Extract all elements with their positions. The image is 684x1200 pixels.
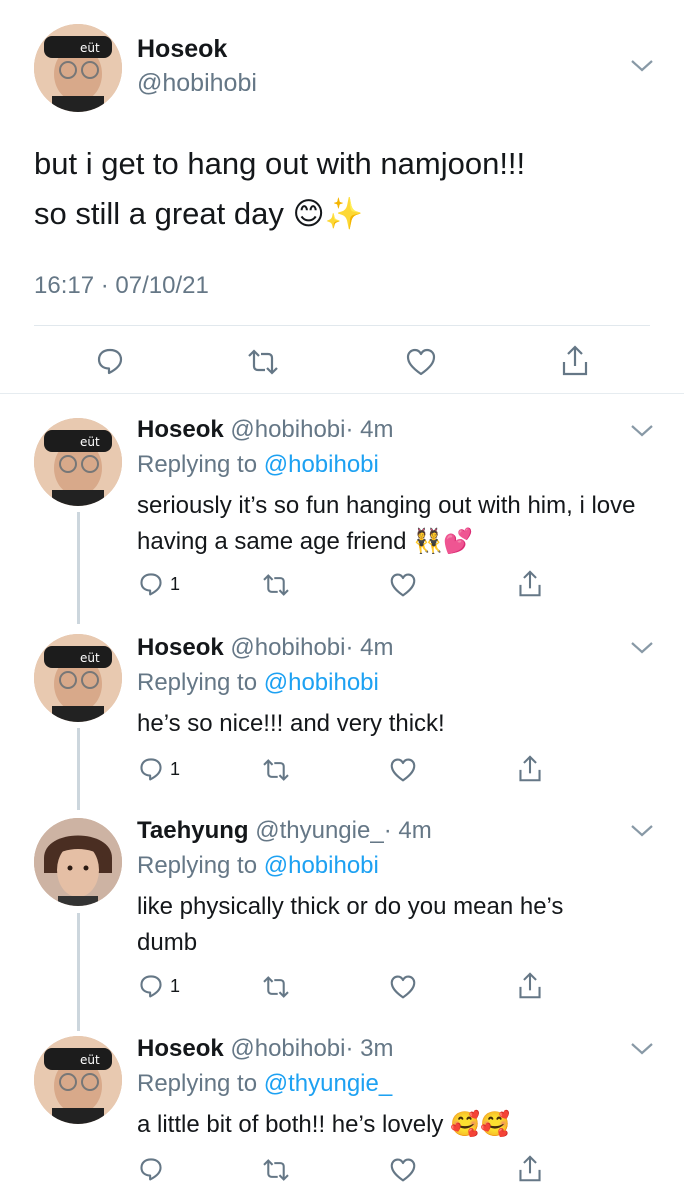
replying-to-link[interactable]: @hobihobi xyxy=(264,451,379,478)
retweet-icon[interactable] xyxy=(260,975,292,999)
thread-line xyxy=(77,913,80,1031)
chevron-down-icon[interactable] xyxy=(628,637,656,657)
reply-text: like physically thick or do you mean he’… xyxy=(137,893,564,956)
author-handle[interactable]: @thyungie_ xyxy=(255,817,383,844)
reply-text: a little bit of both!! he’s lovely 🥰🥰 xyxy=(137,1111,510,1138)
replying-to-link[interactable]: @thyungie_ xyxy=(264,1070,392,1097)
svg-text:eüt: eüt xyxy=(80,1053,100,1067)
reply-time: · 3m xyxy=(345,1035,394,1062)
share-icon[interactable] xyxy=(560,344,590,378)
tweet-text-line2: so still a great day 😊✨ xyxy=(34,192,525,236)
author-name[interactable]: Hoseok xyxy=(137,35,227,64)
replying-label: Replying to xyxy=(137,852,258,879)
chevron-down-icon[interactable] xyxy=(628,55,656,75)
replying-to: Replying to @hobihobi xyxy=(137,451,379,479)
tweet-timestamp[interactable]: 16:17 · 07/10/21 xyxy=(34,272,209,300)
like-icon[interactable] xyxy=(389,1157,417,1183)
avatar[interactable]: eüt xyxy=(34,24,122,112)
like-icon[interactable] xyxy=(405,347,437,377)
thread-line xyxy=(77,512,80,624)
chevron-down-icon[interactable] xyxy=(628,820,656,840)
retweet-icon[interactable] xyxy=(260,758,292,782)
author-handle[interactable]: @hobihobi xyxy=(230,416,345,443)
author-handle[interactable]: @hobihobi xyxy=(137,69,257,98)
like-icon[interactable] xyxy=(389,974,417,1000)
author-handle[interactable]: @hobihobi xyxy=(230,634,345,661)
reply-time: · 4m xyxy=(383,817,432,844)
svg-text:eüt: eüt xyxy=(80,435,100,449)
author-name[interactable]: Hoseok xyxy=(137,634,224,661)
like-icon[interactable] xyxy=(389,572,417,598)
reply-count: 1 xyxy=(170,976,181,996)
replying-to-link[interactable]: @hobihobi xyxy=(264,852,379,879)
divider xyxy=(0,393,684,394)
thread-line xyxy=(77,728,80,810)
reply-icon[interactable] xyxy=(95,346,125,376)
author-name[interactable]: Hoseok xyxy=(137,1035,224,1062)
retweet-icon[interactable] xyxy=(260,573,292,597)
avatar[interactable]: eüt xyxy=(34,418,122,506)
reply-text: he’s so nice!!! and very thick! xyxy=(137,710,445,737)
retweet-icon[interactable] xyxy=(245,348,281,376)
divider xyxy=(34,325,650,326)
chevron-down-icon[interactable] xyxy=(628,420,656,440)
reply-time: · 4m xyxy=(345,634,394,661)
replying-to: Replying to @hobihobi xyxy=(137,669,379,697)
like-icon[interactable] xyxy=(389,757,417,783)
replying-label: Replying to xyxy=(137,451,258,478)
replying-to-link[interactable]: @hobihobi xyxy=(264,669,379,696)
reply-header: Hoseok @hobihobi· 3m xyxy=(137,1035,394,1063)
share-icon[interactable] xyxy=(517,1154,543,1184)
tweet-text-line1: but i get to hang out with namjoon!!! xyxy=(34,146,526,181)
author-name[interactable]: Hoseok xyxy=(137,416,224,443)
avatar[interactable]: eüt xyxy=(34,1036,122,1124)
replying-to: Replying to @thyungie_ xyxy=(137,1070,392,1098)
author-handle[interactable]: @hobihobi xyxy=(230,1035,345,1062)
tweet-text-line2-text: so still a great day xyxy=(34,196,284,231)
author-name[interactable]: Taehyung xyxy=(137,817,249,844)
replying-label: Replying to xyxy=(137,1070,258,1097)
reply-count: 1 xyxy=(170,574,181,594)
tweet-text: but i get to hang out with namjoon!!! so… xyxy=(34,142,525,236)
reply-header: Hoseok @hobihobi· 4m xyxy=(137,634,394,662)
reply-text: seriously it’s so fun hanging out with h… xyxy=(137,492,636,555)
reply-icon[interactable] xyxy=(138,973,164,999)
reply-icon[interactable] xyxy=(138,571,164,597)
share-icon[interactable] xyxy=(517,569,543,599)
reply-count: 1 xyxy=(170,759,181,779)
reply-header: Hoseok @hobihobi· 4m xyxy=(137,416,394,444)
share-icon[interactable] xyxy=(517,754,543,784)
tweet-emoji: 😊✨ xyxy=(292,196,364,232)
avatar[interactable]: eüt xyxy=(34,634,122,722)
replying-to: Replying to @hobihobi xyxy=(137,852,379,880)
reply-header: Taehyung @thyungie_· 4m xyxy=(137,817,432,845)
retweet-icon[interactable] xyxy=(260,1158,292,1182)
replying-label: Replying to xyxy=(137,669,258,696)
reply-time: · 4m xyxy=(345,416,394,443)
avatar[interactable] xyxy=(34,818,122,906)
svg-text:eüt: eüt xyxy=(80,651,100,665)
reply-icon[interactable] xyxy=(138,1156,164,1182)
chevron-down-icon[interactable] xyxy=(628,1038,656,1058)
share-icon[interactable] xyxy=(517,971,543,1001)
reply-icon[interactable] xyxy=(138,756,164,782)
svg-text:eüt: eüt xyxy=(80,41,100,55)
